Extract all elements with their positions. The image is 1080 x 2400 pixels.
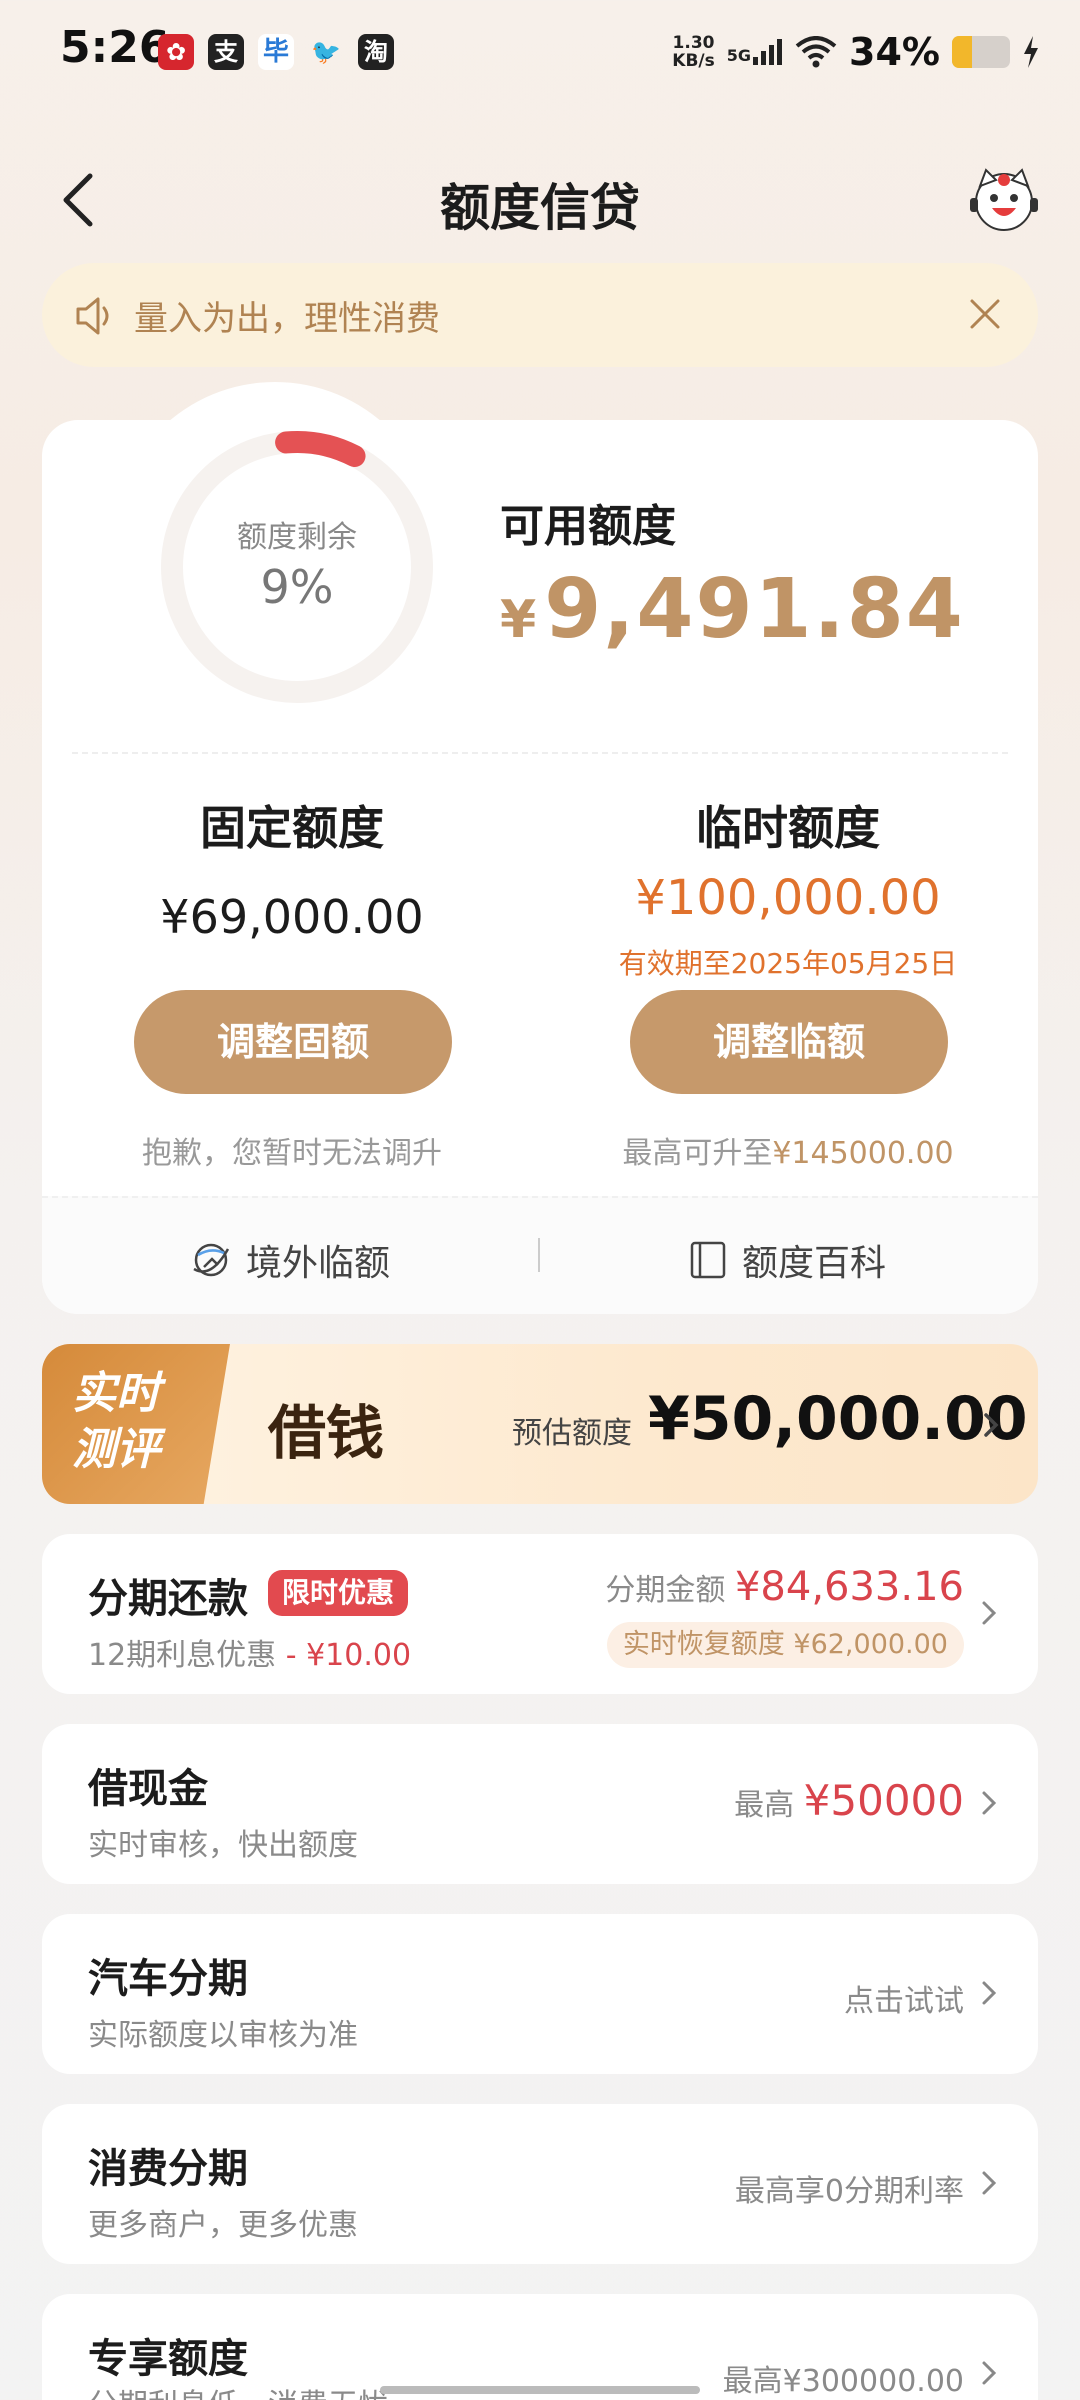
card-divider bbox=[72, 752, 1008, 754]
footer-separator bbox=[538, 1238, 540, 1272]
installment-amount: 分期金额 ¥84,633.16 bbox=[605, 1564, 964, 1610]
battery-percent: 34% bbox=[849, 30, 940, 74]
installment-repayment-item[interactable]: 分期还款 限时优惠 12期利息优惠 - ¥10.00 分期金额 ¥84,633.… bbox=[42, 1534, 1038, 1694]
item-subtitle: 12期利息优惠 - ¥10.00 bbox=[88, 1638, 412, 1673]
item-subtitle: 实时审核，快出额度 bbox=[88, 1828, 358, 1863]
wifi-icon bbox=[795, 36, 837, 68]
estimate-amount: ¥50,000.00 bbox=[648, 1384, 1028, 1454]
chevron-right-icon bbox=[982, 1601, 997, 1625]
item-subtitle: 分期利息低，消费无忧 bbox=[88, 2380, 388, 2400]
quota-card-footer: 境外临额 额度百科 bbox=[42, 1196, 1038, 1314]
item-title: 专享额度 bbox=[88, 2336, 248, 2382]
item-subtitle: 更多商户，更多优惠 bbox=[88, 2208, 358, 2243]
ring-percent: 9% bbox=[260, 560, 334, 614]
taobao-icon: 淘 bbox=[358, 34, 394, 70]
try-now-label: 点击试试 bbox=[844, 1984, 964, 2019]
adjust-fixed-button[interactable]: 调整固额 bbox=[134, 990, 452, 1094]
overseas-temp-quota-link[interactable]: 境外临额 bbox=[190, 1234, 390, 1286]
chevron-right-icon bbox=[982, 1981, 997, 2005]
bird-icon: 🐦 bbox=[311, 38, 341, 66]
chevron-right-icon bbox=[982, 2361, 997, 2385]
quota-encyclopedia-link[interactable]: 额度百科 bbox=[688, 1234, 886, 1286]
item-title: 消费分期 bbox=[88, 2146, 248, 2192]
customer-service-mascot-icon[interactable] bbox=[968, 164, 1040, 236]
temp-quota-amount: ¥100,000.00 bbox=[635, 870, 941, 926]
alipay-icon: 支 bbox=[208, 34, 244, 70]
status-bar: 5:26 ✿ 支 毕 🐦 淘 1.30 KB/s 5G 34% bbox=[0, 0, 1080, 110]
app-icon-red: ✿ bbox=[158, 34, 194, 70]
borrow-money-banner[interactable]: 实时 测评 借钱 预估额度 ¥50,000.00 bbox=[42, 1344, 1038, 1504]
home-indicator[interactable] bbox=[380, 2386, 700, 2394]
zero-rate-label: 最高享0分期利率 bbox=[734, 2174, 964, 2209]
fixed-quota-amount: ¥69,000.00 bbox=[160, 890, 424, 944]
realtime-eval-tag-text: 实时 测评 bbox=[72, 1368, 160, 1475]
max-exclusive-amount: 最高¥300000.00 bbox=[722, 2364, 964, 2399]
globe-icon bbox=[193, 1243, 230, 1277]
consumer-installment-item[interactable]: 消费分期 更多商户，更多优惠 最高享0分期利率 bbox=[42, 2104, 1038, 2264]
car-installment-item[interactable]: 汽车分期 实际额度以审核为准 点击试试 bbox=[42, 1914, 1038, 2074]
adjust-temp-button[interactable]: 调整临额 bbox=[630, 990, 948, 1094]
notice-bar: 量入为出，理性消费 bbox=[42, 263, 1038, 367]
borrow-cash-item[interactable]: 借现金 实时审核，快出额度 最高 ¥50000 bbox=[42, 1724, 1038, 1884]
close-icon[interactable] bbox=[962, 291, 1008, 337]
ring-label: 额度剩余 bbox=[237, 520, 357, 555]
max-cash-amount: 最高 ¥50000 bbox=[734, 1776, 964, 1825]
chevron-right-icon bbox=[984, 1413, 999, 1437]
promo-badge: 限时优惠 bbox=[268, 1570, 409, 1616]
available-quota-amount: ¥9,491.84 bbox=[500, 562, 965, 657]
speaker-icon bbox=[76, 297, 109, 335]
charging-icon bbox=[1024, 36, 1038, 68]
chevron-right-icon bbox=[982, 2171, 997, 2195]
status-app-icons: ✿ 支 毕 🐦 淘 bbox=[158, 34, 394, 70]
borrow-title: 借钱 bbox=[268, 1399, 385, 1467]
book-icon bbox=[690, 1241, 726, 1279]
fixed-quota-note: 抱歉，您暂时无法调升 bbox=[142, 1136, 442, 1171]
item-title: 分期还款 bbox=[88, 1576, 248, 1622]
cellular-icon: 5G bbox=[727, 39, 783, 65]
notice-text: 量入为出，理性消费 bbox=[134, 299, 440, 339]
item-title: 借现金 bbox=[88, 1766, 208, 1812]
temp-quota-title: 临时额度 bbox=[696, 801, 880, 855]
item-title: 汽车分期 bbox=[88, 1956, 248, 2002]
item-subtitle: 实际额度以审核为准 bbox=[88, 2018, 358, 2053]
fixed-quota-title: 固定额度 bbox=[200, 801, 384, 855]
app-icon-blue: 毕 bbox=[258, 34, 294, 70]
temp-quota-validity: 有效期至2025年05月25日 bbox=[618, 947, 958, 980]
status-time: 5:26 bbox=[60, 22, 170, 73]
recover-quota-tag: 实时恢复额度 ¥62,000.00 bbox=[606, 1622, 964, 1668]
status-right: 1.30 KB/s 5G 34% bbox=[672, 30, 1040, 74]
estimate-label: 预估额度 bbox=[512, 1416, 632, 1451]
battery-fill bbox=[952, 36, 972, 68]
top-nav: 额度信贷 bbox=[0, 150, 1080, 250]
battery-icon bbox=[952, 36, 1010, 68]
chevron-right-icon bbox=[982, 1791, 997, 1815]
temp-quota-note: 最高可升至¥145000.00 bbox=[622, 1136, 954, 1171]
exclusive-quota-item[interactable]: 专享额度 分期利息低，消费无忧 最高¥300000.00 bbox=[42, 2294, 1038, 2400]
available-quota-label: 可用额度 bbox=[500, 501, 676, 552]
net-speed: 1.30 KB/s bbox=[672, 33, 715, 71]
page-title: 额度信贷 bbox=[440, 179, 640, 237]
